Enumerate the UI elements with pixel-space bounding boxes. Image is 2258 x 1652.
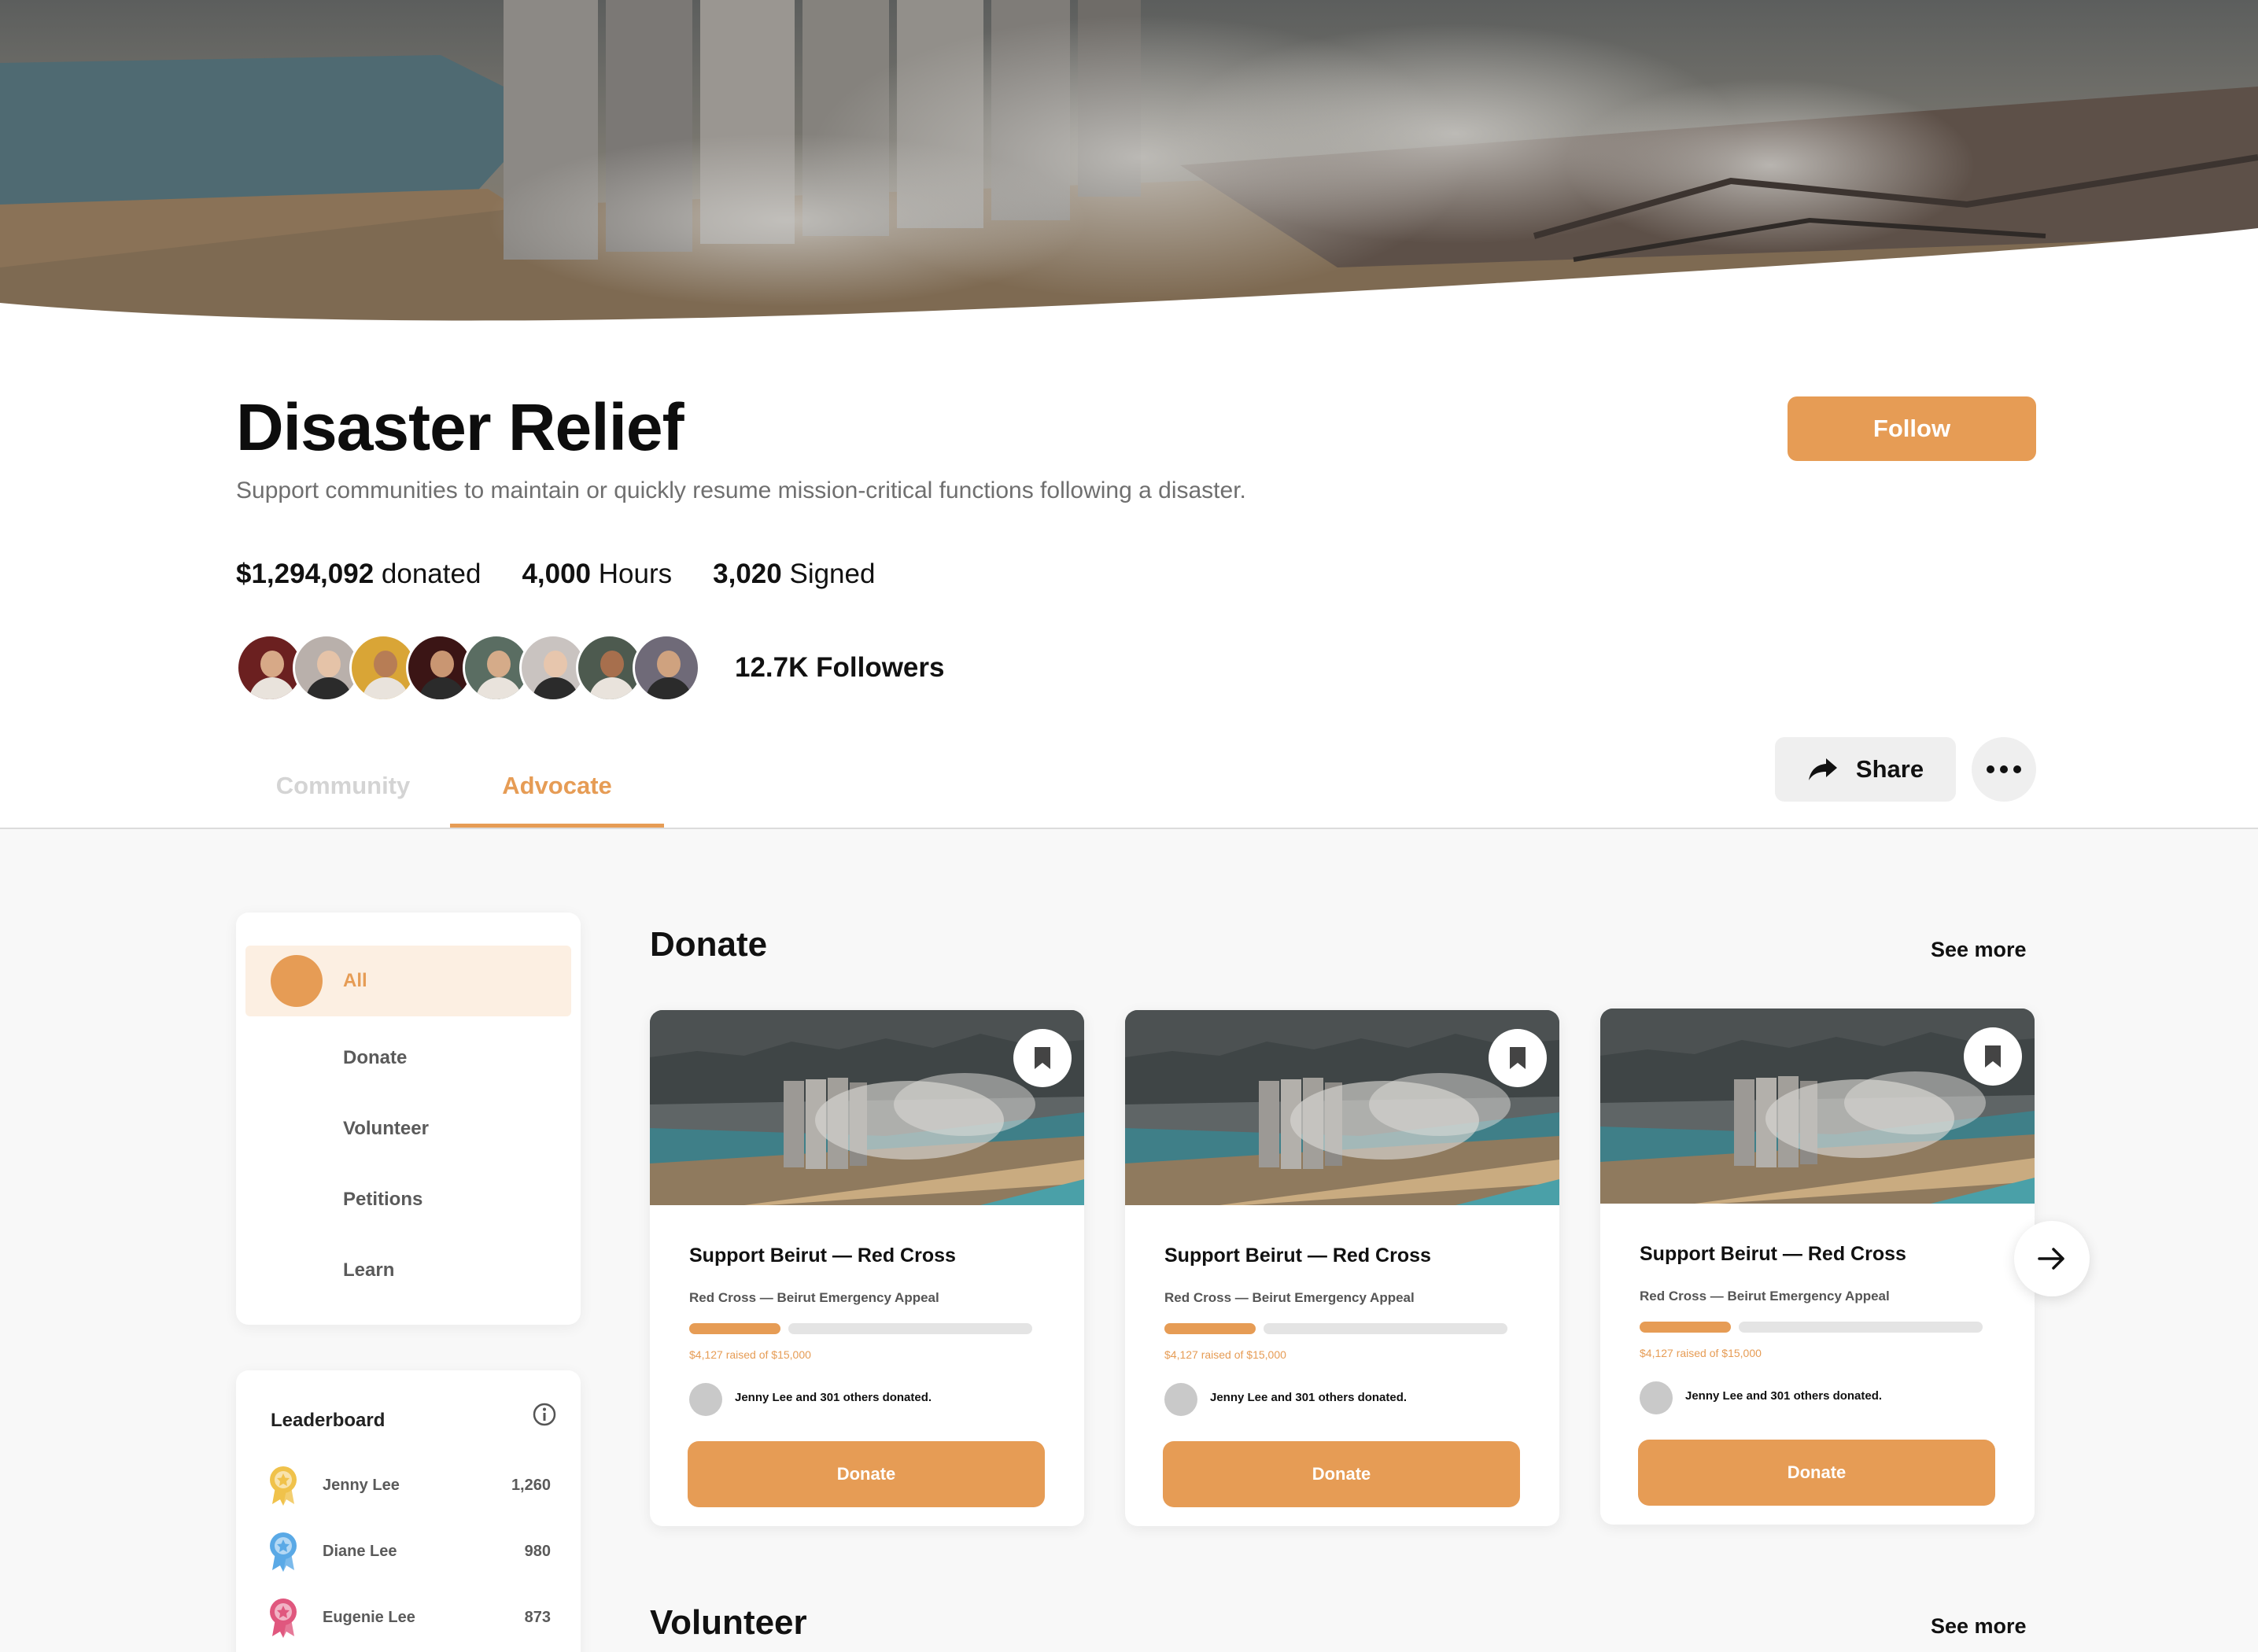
filter-learn[interactable]: Learn <box>245 1235 571 1306</box>
bookmark-button[interactable] <box>1013 1029 1072 1087</box>
tab-bar: Community Advocate <box>236 743 664 828</box>
donate-button[interactable]: Donate <box>1638 1440 1995 1506</box>
bookmark-button[interactable] <box>1964 1027 2022 1086</box>
progress-remaining <box>1264 1323 1507 1334</box>
leaderboard-name: Diane Lee <box>323 1542 397 1560</box>
bookmark-icon <box>1035 1047 1050 1069</box>
award-ribbon-icon <box>270 1599 297 1638</box>
filter-donate[interactable]: Donate <box>245 1023 571 1093</box>
donation-card[interactable]: Support Beirut — Red Cross Red Cross — Be… <box>1600 1009 2035 1525</box>
page-title: Disaster Relief <box>236 390 684 464</box>
leaderboard-name: Jenny Lee <box>323 1476 400 1494</box>
card-organization: Red Cross — Beirut Emergency Appeal <box>1164 1290 1415 1305</box>
leaderboard-score: 873 <box>524 1608 551 1626</box>
more-options-button[interactable] <box>1972 737 2036 802</box>
progress-remaining <box>1739 1322 1983 1333</box>
info-icon[interactable] <box>532 1402 557 1427</box>
volunteer-see-more-link[interactable]: See more <box>1931 1614 2027 1639</box>
page-subtitle: Support communities to maintain or quick… <box>236 478 1246 503</box>
award-ribbon-icon <box>270 1532 297 1572</box>
arrow-right-icon <box>2038 1248 2064 1270</box>
progress-remaining <box>788 1323 1032 1334</box>
stats-row: $1,294,092 donated 4,000 Hours 3,020 Sig… <box>236 559 875 590</box>
hero-banner <box>0 0 2258 330</box>
stat-hours: 4,000 Hours <box>522 559 673 589</box>
funding-progress-bar <box>1640 1322 1983 1333</box>
award-ribbon-icon <box>270 1466 297 1506</box>
leaderboard-score: 1,260 <box>511 1476 551 1494</box>
progress-fill <box>1164 1323 1256 1334</box>
filter-active-dot <box>271 955 323 1007</box>
follow-button[interactable]: Follow <box>1788 396 2036 461</box>
tab-community[interactable]: Community <box>236 743 450 828</box>
stat-signed: 3,020 Signed <box>713 559 876 589</box>
donate-button[interactable]: Donate <box>1163 1441 1520 1507</box>
stat-donated: $1,294,092 donated <box>236 559 481 589</box>
leaderboard-score: 980 <box>524 1542 551 1560</box>
filter-all[interactable]: All <box>245 946 571 1016</box>
bookmark-icon <box>1510 1047 1526 1069</box>
donor-avatar <box>689 1383 722 1416</box>
share-button[interactable]: Share <box>1775 737 1956 802</box>
leaderboard-row[interactable]: Jenny Lee 1,260 <box>267 1462 551 1509</box>
donate-see-more-link[interactable]: See more <box>1931 938 2027 962</box>
donate-section-title: Donate <box>650 925 768 964</box>
leaderboard-name: Eugenie Lee <box>323 1608 415 1626</box>
share-label: Share <box>1855 755 1924 783</box>
followers-count[interactable]: 12.7K Followers <box>735 652 944 684</box>
bookmark-button[interactable] <box>1489 1029 1547 1087</box>
donor-avatar <box>1640 1381 1673 1414</box>
tab-advocate[interactable]: Advocate <box>450 743 664 828</box>
follower-avatars[interactable] <box>236 634 700 702</box>
donation-card[interactable]: Support Beirut — Red Cross Red Cross — Be… <box>1125 1010 1559 1526</box>
donation-card[interactable]: Support Beirut — Red Cross Red Cross — Be… <box>650 1010 1084 1526</box>
card-title: Support Beirut — Red Cross <box>1640 1243 1906 1265</box>
progress-fill <box>689 1323 780 1334</box>
card-organization: Red Cross — Beirut Emergency Appeal <box>1640 1289 1890 1304</box>
card-title: Support Beirut — Red Cross <box>1164 1245 1431 1267</box>
leaderboard-row[interactable]: Eugenie Lee 873 <box>267 1594 551 1641</box>
donor-avatar <box>1164 1383 1197 1416</box>
hero-image <box>0 0 2258 330</box>
card-title: Support Beirut — Red Cross <box>689 1245 956 1267</box>
filter-menu: All Donate Volunteer Petitions Learn <box>236 913 581 1325</box>
funding-progress-bar <box>1164 1323 1507 1334</box>
leaderboard-title: Leaderboard <box>271 1410 386 1431</box>
leaderboard-card: Leaderboard Jenny Lee 1,260 Diane Lee 980 Eu… <box>236 1370 581 1652</box>
filter-volunteer[interactable]: Volunteer <box>245 1093 571 1164</box>
funding-progress-bar <box>689 1323 1032 1334</box>
filter-petitions[interactable]: Petitions <box>245 1164 571 1235</box>
donate-button[interactable]: Donate <box>688 1441 1045 1507</box>
bookmark-icon <box>1985 1045 2001 1068</box>
volunteer-section-title: Volunteer <box>650 1603 807 1642</box>
card-organization: Red Cross — Beirut Emergency Appeal <box>689 1290 939 1305</box>
more-dots-icon <box>1987 765 2021 773</box>
followers-row: 12.7K Followers <box>236 634 944 702</box>
donors-summary: Jenny Lee and 301 others donated. <box>735 1391 932 1404</box>
follower-avatar[interactable] <box>633 634 700 702</box>
donors-summary: Jenny Lee and 301 others donated. <box>1210 1391 1408 1404</box>
share-arrow-icon <box>1808 758 1837 780</box>
raised-amount: $4,127 raised of $15,000 <box>1640 1347 1762 1359</box>
raised-amount: $4,127 raised of $15,000 <box>689 1348 811 1361</box>
progress-fill <box>1640 1322 1731 1333</box>
carousel-next-button[interactable] <box>2014 1221 2090 1296</box>
raised-amount: $4,127 raised of $15,000 <box>1164 1348 1286 1361</box>
donors-summary: Jenny Lee and 301 others donated. <box>1685 1389 1883 1403</box>
leaderboard-row[interactable]: Diane Lee 980 <box>267 1528 551 1575</box>
